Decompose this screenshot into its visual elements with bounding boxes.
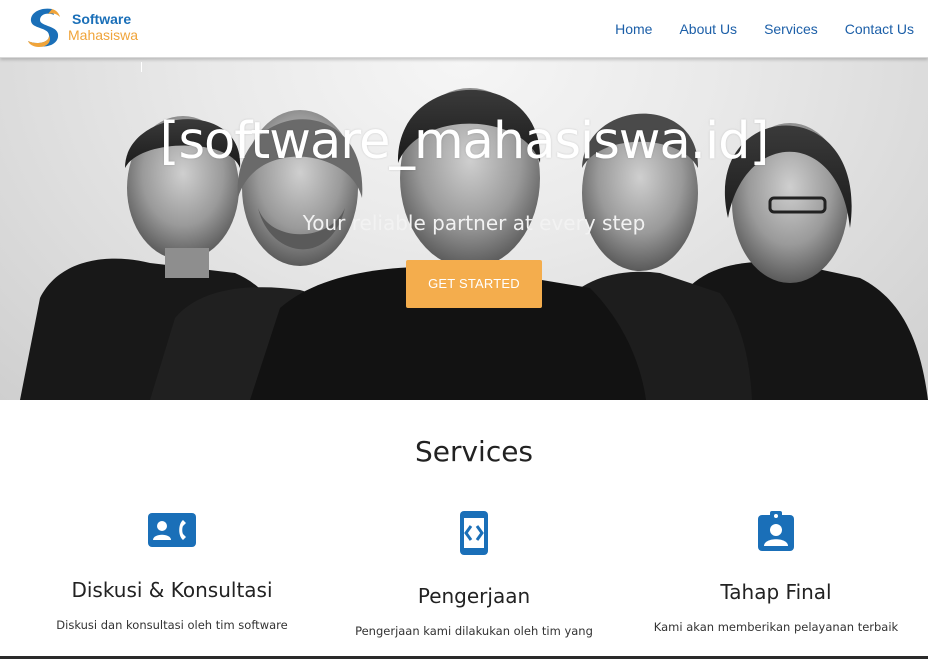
service-description: Kami akan memberikan pelayanan terbaik (653, 620, 899, 634)
services-heading: Services (414, 435, 534, 468)
nav-contact-us[interactable]: Contact Us (845, 21, 914, 37)
service-name: Pengerjaan (417, 584, 531, 608)
assignment-ind-icon (758, 511, 794, 551)
hero-title: [software_mahasiswa.id] (159, 112, 770, 171)
hero-subtitle: Your reliable partner at every step (302, 211, 646, 235)
brand-name-line1: Software (72, 11, 132, 27)
nav-services[interactable]: Services (764, 21, 818, 37)
service-description: Pengerjaan kami dilakukan oleh tim yang (355, 624, 593, 638)
nav-menu: Home About Us Services Contact Us (588, 0, 914, 58)
service-card-pengerjaan: Pengerjaan Pengerjaan kami dilakukan ole… (324, 510, 624, 638)
service-description: Diskusi dan konsultasi oleh tim software (56, 618, 288, 632)
developer-mode-icon (460, 511, 488, 555)
hero-section: [software_mahasiswa.id] Your reliable pa… (0, 58, 928, 400)
navbar: Software Mahasiswa Home About Us Service… (0, 0, 928, 58)
nav-about-us[interactable]: About Us (679, 21, 737, 37)
brand-logo-link[interactable]: Software Mahasiswa (22, 4, 138, 50)
get-started-button[interactable]: GET STARTED (406, 260, 542, 308)
service-name: Tahap Final (720, 580, 832, 604)
brand-logo-icon (28, 8, 60, 47)
nav-home[interactable]: Home (615, 21, 652, 37)
contact-phone-icon (148, 513, 196, 547)
service-card-diskusi: Diskusi & Konsultasi Diskusi dan konsult… (22, 510, 322, 632)
service-name: Diskusi & Konsultasi (71, 578, 273, 602)
text-cursor (141, 62, 142, 72)
service-card-tahap-final: Tahap Final Kami akan memberikan pelayan… (626, 510, 926, 634)
brand-name-line2: Mahasiswa (68, 27, 139, 43)
